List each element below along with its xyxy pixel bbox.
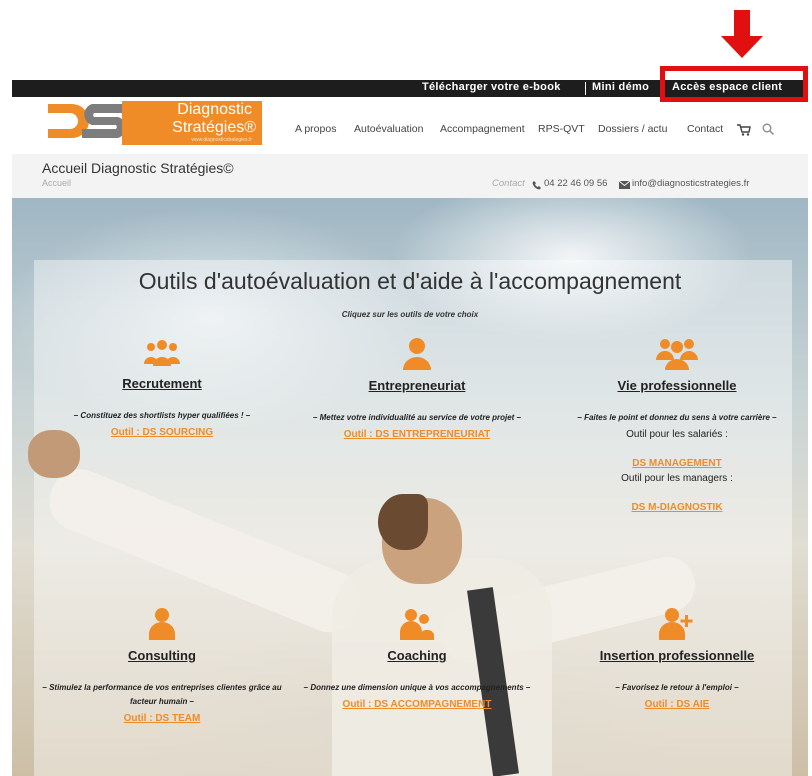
card-heading[interactable]: Coaching: [297, 648, 537, 663]
nav-item-autoevaluation[interactable]: Autoévaluation: [354, 123, 423, 135]
card-description: – Donnez une dimension unique à vos acco…: [303, 683, 531, 692]
nav-item-contact[interactable]: Contact: [687, 123, 723, 135]
card-vie-professionnelle: Vie professionnelle – Faites le point et…: [552, 336, 802, 513]
card-description: – Constituez des shortlists hyper qualif…: [73, 411, 251, 420]
card-description: – Favorisez le retour à l'emploi –: [615, 683, 739, 692]
contact-email[interactable]: info@diagnosticstrategies.fr: [632, 178, 749, 189]
tool-link-ds-aie[interactable]: Outil : DS AIE: [552, 699, 802, 710]
logo-line-2: Stratégies®: [172, 119, 256, 136]
mail-icon: [619, 181, 630, 189]
nav-item-rps-qvt[interactable]: RPS-QVT: [538, 123, 585, 135]
annotation-arrow-head: [721, 36, 763, 58]
content-subtitle: Cliquez sur les outils de votre choix: [341, 310, 479, 319]
card-heading[interactable]: Consulting: [32, 648, 292, 663]
top-bar-separator: [585, 82, 586, 95]
logo-line-1: Diagnostic: [177, 101, 252, 118]
nav-item-accompagnement[interactable]: Accompagnement: [440, 123, 525, 135]
contact-phone[interactable]: 04 22 46 09 56: [544, 178, 607, 189]
person-icon: [403, 338, 431, 370]
card-entrepreneuriat: Entrepreneuriat – Mettez votre individua…: [297, 336, 537, 440]
tool-link-ds-accompagnement[interactable]: Outil : DS ACCOMPAGNEMENT: [297, 699, 537, 710]
content-title: Outils d'autoévaluation et d'aide à l'ac…: [138, 268, 682, 294]
ebook-link[interactable]: Télécharger votre e-book: [422, 81, 561, 93]
card-heading[interactable]: Insertion professionnelle: [552, 648, 802, 663]
phone-icon: [532, 181, 541, 190]
nav-item-a-propos[interactable]: A propos: [295, 123, 336, 135]
contact-label: Contact: [492, 178, 525, 189]
card-heading[interactable]: Vie professionnelle: [552, 378, 802, 393]
page-title: Accueil Diagnostic Stratégies©: [42, 160, 234, 176]
tool-link-ds-sourcing[interactable]: Outil : DS SOURCING: [32, 427, 292, 438]
tool-link-ds-m-diagnostik[interactable]: DS M-DIAGNOSTIK: [552, 502, 802, 513]
tool-link-ds-team[interactable]: Outil : DS TEAM: [32, 713, 292, 724]
card-recrutement: Recrutement – Constituez des shortlists …: [32, 338, 292, 438]
annotation-arrow-shaft: [734, 10, 750, 38]
group-icon: [144, 340, 180, 366]
card-insertion-professionnelle: Insertion professionnelle – Favorisez le…: [552, 606, 802, 710]
logo-text-box[interactable]: Diagnostic Stratégies® www.diagnosticstr…: [122, 101, 262, 145]
annotation-highlight-box: [660, 66, 808, 102]
card-consulting: Consulting – Stimulez la performance de …: [32, 606, 292, 724]
tool-link-ds-management[interactable]: DS MANAGEMENT: [552, 458, 802, 469]
person-icon: [149, 608, 175, 640]
search-icon[interactable]: [762, 123, 774, 135]
hero-figure-hair: [378, 494, 428, 550]
breadcrumb-home[interactable]: Accueil: [42, 178, 71, 188]
tool-caption-managers: Outil pour les managers :: [621, 473, 733, 484]
hero-section: Outils d'autoévaluation et d'aide à l'ac…: [12, 198, 808, 776]
tool-link-ds-entrepreneuriat[interactable]: Outil : DS ENTREPRENEURIAT: [297, 429, 537, 440]
nav-item-dossiers[interactable]: Dossiers / actu: [598, 123, 667, 135]
person-plus-icon: [659, 608, 693, 640]
mini-demo-link[interactable]: Mini démo: [592, 81, 649, 93]
site-header: Diagnostic Stratégies® www.diagnosticstr…: [12, 97, 808, 155]
title-bar: Accueil Diagnostic Stratégies© Accueil C…: [12, 154, 808, 198]
card-description: – Mettez votre individualité au service …: [312, 413, 522, 422]
pair-icon: [400, 609, 434, 640]
card-heading[interactable]: Entrepreneuriat: [297, 378, 537, 393]
card-description: – Stimulez la performance de vos entrepr…: [42, 683, 282, 706]
cart-icon[interactable]: [737, 124, 751, 136]
card-description: – Faites le point et donnez du sens à vo…: [577, 413, 777, 422]
card-coaching: Coaching – Donnez une dimension unique à…: [297, 606, 537, 710]
logo-tagline: www.diagnosticstrategies.fr: [191, 137, 252, 143]
team-icon: [656, 339, 698, 370]
card-heading[interactable]: Recrutement: [32, 376, 292, 391]
tool-caption-salaries: Outil pour les salariés :: [626, 429, 728, 440]
